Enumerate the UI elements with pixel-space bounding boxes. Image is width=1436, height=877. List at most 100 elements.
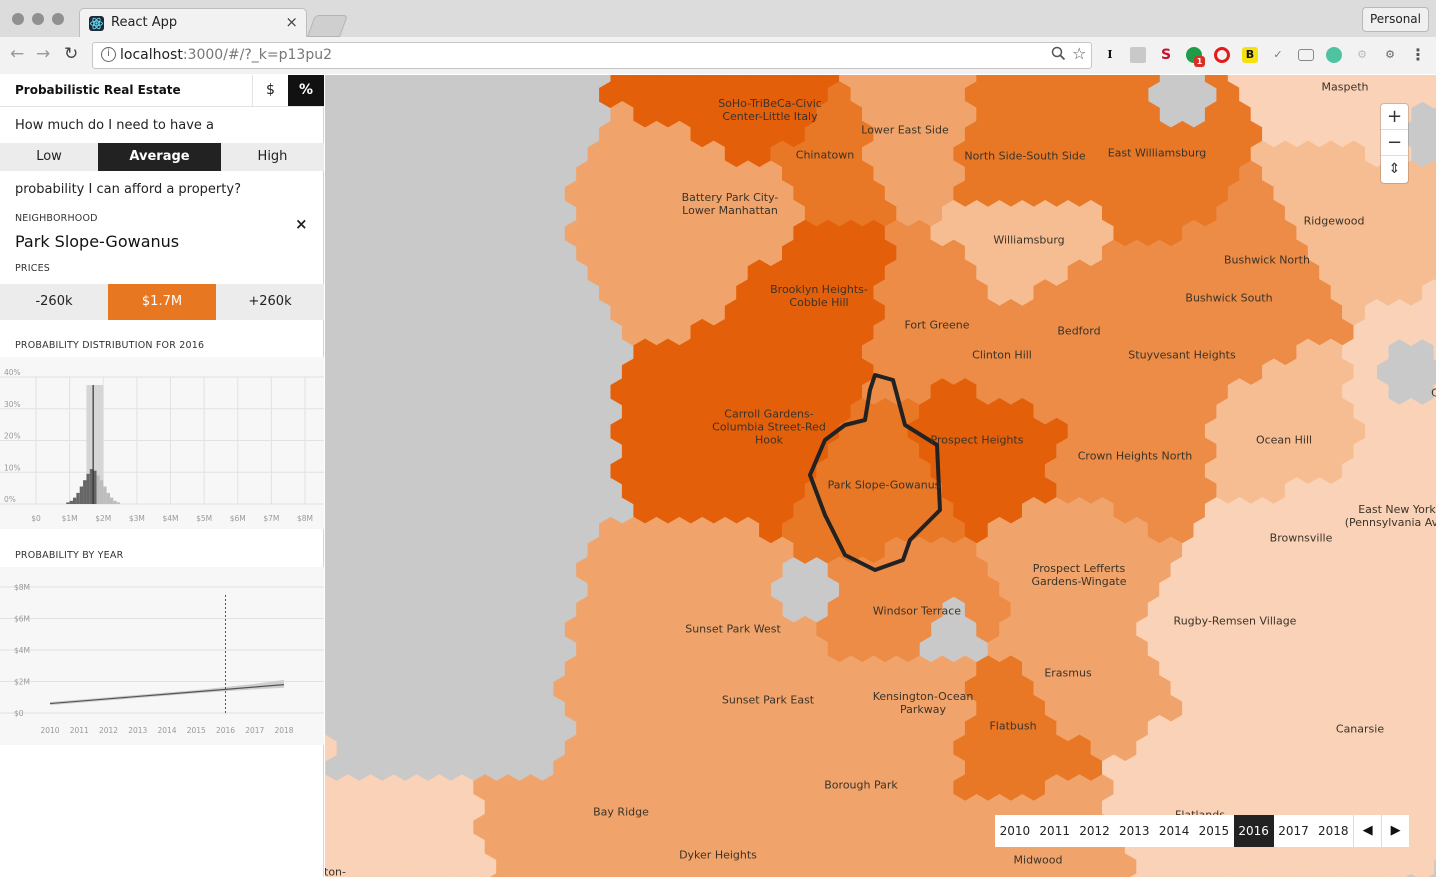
x-tick-label: 2016 [216, 726, 235, 735]
neighborhood-label[interactable]: Bushwick North [1224, 254, 1310, 267]
previous-year-button[interactable]: ◀ [1353, 815, 1381, 847]
neighborhood-label[interactable]: Fort Greene [904, 319, 969, 332]
new-tab-button[interactable] [306, 15, 349, 37]
next-year-button[interactable]: ▶ [1381, 815, 1409, 847]
year-button-active[interactable]: 2016 [1233, 815, 1274, 847]
question-end: probability I can afford a property? [15, 182, 241, 197]
color-picker-icon[interactable] [1326, 47, 1342, 63]
neighborhood-label[interactable]: Rugby-Remsen Village [1174, 615, 1297, 628]
neighborhood-label[interactable]: Chinatown [796, 149, 854, 162]
zoom-icon[interactable] [1051, 46, 1066, 65]
level-high-button[interactable]: High [221, 143, 324, 171]
forward-icon[interactable]: → [36, 44, 50, 64]
neighborhood-label[interactable]: Windsor Terrace [873, 605, 961, 618]
neighborhood-label[interactable]: Lower East Side [861, 124, 948, 137]
neighborhood-label[interactable]: Flatbush [989, 720, 1036, 733]
neighborhood-label[interactable]: North Side-South Side [964, 150, 1085, 163]
info-icon[interactable]: i [101, 47, 116, 62]
neighborhood-label[interactable]: Crown Heights North [1078, 450, 1193, 463]
neighborhood-label[interactable]: Erasmus [1044, 667, 1091, 680]
camera-icon[interactable] [1130, 47, 1146, 63]
neighborhood-label[interactable]: Prospect Lefferts Gardens-Wingate [1031, 562, 1126, 588]
year-button[interactable]: 2011 [1035, 815, 1075, 847]
opera-icon[interactable] [1214, 47, 1230, 63]
neighborhood-label[interactable]: Borough Park [824, 779, 897, 792]
profile-button[interactable]: Personal [1361, 7, 1429, 32]
neighborhood-label[interactable]: SoHo-TriBeCa-Civic Center-Little Italy [718, 97, 822, 123]
zoom-control: + − ⇕ [1381, 104, 1408, 183]
neighborhood-label[interactable]: East New York(Pennsylvania Ave) [1345, 503, 1436, 529]
neighborhood-label[interactable]: Ridgewood [1304, 215, 1365, 228]
url-path: :3000/#/?_k=p13pu2 [182, 47, 332, 63]
price-decrease-button[interactable]: -260k [0, 284, 108, 320]
price-current-button[interactable]: $1.7M [108, 284, 216, 320]
y-tick-label: $2M [14, 678, 30, 687]
bug-icon[interactable]: ⚙ [1382, 47, 1398, 63]
neighborhood-label[interactable]: Ocean Hill [1256, 434, 1312, 447]
percent-toggle[interactable]: % [288, 75, 324, 106]
neighborhood-label[interactable]: Carroll Gardens- Columbia Street-Red Hook [712, 408, 826, 447]
neighborhood-label[interactable]: Stuyvesant Heights [1128, 349, 1235, 362]
neighborhood-label[interactable]: C [1431, 387, 1436, 400]
neighborhood-label[interactable]: Midwood [1014, 854, 1063, 867]
year-button[interactable]: 2017 [1274, 815, 1314, 847]
y-tick-label: 20% [4, 432, 21, 441]
maximize-window-icon[interactable] [52, 13, 64, 25]
neighborhood-label[interactable]: Williamsburg [993, 234, 1064, 247]
neighborhood-label[interactable]: Bedford [1057, 325, 1100, 338]
neighborhood-label[interactable]: ton- [325, 866, 346, 877]
neighborhood-label[interactable]: Dyker Heights [679, 849, 757, 862]
y-tick-label: $6M [14, 615, 30, 624]
bookmark-star-icon[interactable]: ☆ [1072, 44, 1086, 63]
neighborhood-label[interactable]: Sunset Park West [685, 623, 781, 636]
year-button[interactable]: 2018 [1313, 815, 1353, 847]
year-button[interactable]: 2010 [995, 815, 1035, 847]
instapaper-icon[interactable]: I [1102, 47, 1118, 63]
level-low-button[interactable]: Low [0, 143, 98, 171]
close-window-icon[interactable] [12, 13, 24, 25]
reset-north-button[interactable]: ⇕ [1381, 156, 1408, 182]
zoom-in-button[interactable]: + [1381, 104, 1408, 130]
neighborhood-name: Park Slope-Gowanus [15, 232, 180, 251]
histogram-bar [103, 486, 107, 504]
neighborhood-label[interactable]: Bushwick South [1185, 292, 1272, 305]
b-extension-icon[interactable]: B [1242, 47, 1258, 63]
minimize-window-icon[interactable] [32, 13, 44, 25]
neighborhood-label[interactable]: Brooklyn Heights- Cobble Hill [770, 283, 868, 309]
browser-tab[interactable]: React App × [79, 8, 307, 37]
year-button[interactable]: 2012 [1075, 815, 1115, 847]
cast-icon[interactable] [1298, 49, 1314, 61]
histogram-bar [109, 497, 114, 504]
neighborhood-label[interactable]: Sunset Park East [722, 694, 814, 707]
price-increase-button[interactable]: +260k [216, 284, 324, 320]
reload-icon[interactable]: ↻ [64, 44, 78, 64]
map[interactable]: SoHo-TriBeCa-Civic Center-Little Italy Low… [325, 75, 1436, 877]
neighborhood-label[interactable]: Maspeth [1322, 81, 1369, 94]
year-button[interactable]: 2014 [1154, 815, 1194, 847]
neighborhood-label[interactable]: Bay Ridge [593, 806, 649, 819]
dollar-toggle[interactable]: $ [252, 75, 288, 106]
address-bar[interactable]: i localhost:3000/#/?_k=p13pu2 ☆ [92, 42, 1092, 69]
neighborhood-label[interactable]: Battery Park City- Lower Manhattan [682, 191, 779, 217]
histogram-bar [72, 497, 77, 504]
neighborhood-label[interactable]: Kensington-Ocean Parkway [873, 690, 974, 716]
neighborhood-label[interactable]: Clinton Hill [972, 349, 1032, 362]
neighborhood-label[interactable]: Park Slope-Gowanus [828, 479, 941, 492]
year-button[interactable]: 2013 [1114, 815, 1154, 847]
menu-dots-icon[interactable]: ⋮ [1410, 47, 1426, 63]
neighborhood-label[interactable]: East Williamsburg [1108, 147, 1207, 160]
pin-icon[interactable]: ✓ [1270, 47, 1286, 63]
close-icon[interactable]: × [295, 215, 308, 233]
s-extension-icon[interactable]: S [1158, 47, 1174, 63]
zoom-out-button[interactable]: − [1381, 130, 1408, 156]
level-average-button[interactable]: Average [98, 143, 221, 171]
tab-close-icon[interactable]: × [285, 13, 298, 31]
neighborhood-label[interactable]: Prospect Heights [931, 434, 1024, 447]
histogram-bar [96, 475, 100, 504]
year-button[interactable]: 2015 [1194, 815, 1234, 847]
distribution-chart-svg: 40% 30% 20% 10% 0% $0 $1M $2M $3M $4M $5M $6M $7M $8M [0, 368, 324, 523]
neighborhood-label[interactable]: Canarsie [1336, 723, 1384, 736]
back-icon[interactable]: ← [10, 44, 24, 64]
neighborhood-label[interactable]: Brownsville [1270, 532, 1333, 545]
settings-gear-icon[interactable]: ⚙ [1354, 47, 1370, 63]
